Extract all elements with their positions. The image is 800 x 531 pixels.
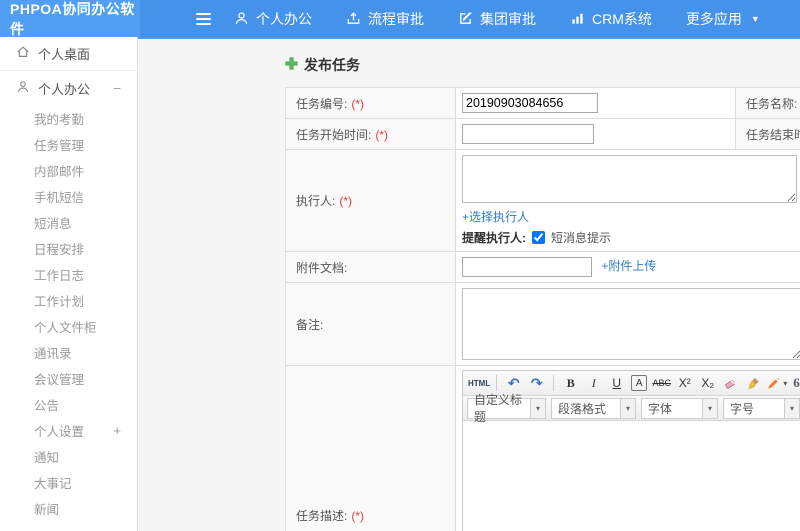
sidebar-item-personal-settings[interactable]: 个人设置 +	[0, 417, 137, 443]
start-time-label: 任务开始时间:	[296, 127, 372, 142]
nav-crm[interactable]: CRM系统	[553, 0, 669, 37]
task-description-label: 任务描述:	[296, 509, 348, 523]
sms-notify-checkbox[interactable]	[532, 231, 545, 244]
italic-button[interactable]: I	[583, 373, 604, 393]
highlight-pen-icon[interactable]: ▾	[766, 373, 787, 393]
rich-text-editor: HTML ↶ ↷ B I U A ABC X² X₂ ▾ 6 自定义标题 ▾ 段…	[462, 370, 800, 531]
table-row: 任务描述: (*) HTML ↶ ↷ B I U A ABC X² X₂ ▾ 6…	[285, 365, 800, 531]
sidebar-item-notification[interactable]: 通知	[0, 443, 137, 469]
task-number-input[interactable]	[462, 93, 598, 113]
nav-group-approval[interactable]: 集团审批	[441, 0, 553, 37]
select-executor-link[interactable]: +选择执行人	[462, 208, 529, 225]
app-logo: PHPOA协同办公软件	[0, 0, 140, 37]
sidebar-item-desktop[interactable]: 个人桌面	[0, 37, 137, 71]
font-border-button[interactable]: A	[631, 375, 648, 391]
nav-personal-office[interactable]: 个人办公	[217, 0, 329, 37]
superscript-button[interactable]: X²	[674, 373, 695, 393]
table-row: 执行人: (*) +选择执行人 提醒执行人: 短消息提示	[285, 149, 800, 252]
chevron-down-icon	[620, 398, 635, 418]
table-row: 附件文档: +附件上传	[285, 251, 800, 283]
sms-notify-label: 短消息提示	[551, 231, 612, 245]
editor-content-area[interactable]	[463, 421, 800, 531]
table-row: 任务编号:(*) 任务名称:(*)	[285, 87, 800, 119]
chevron-down-icon	[530, 398, 545, 418]
end-time-label: 任务结束时间:	[746, 127, 800, 142]
menu-icon[interactable]	[190, 7, 217, 31]
executor-label: 执行人:	[296, 194, 336, 208]
sidebar-item-schedule[interactable]: 日程安排	[0, 235, 137, 261]
sidebar-item-meeting[interactable]: 会议管理	[0, 365, 137, 391]
publish-task-form: 任务编号:(*) 任务名称:(*) 任务开始时间:(*) 任务结束时间:(*) …	[285, 87, 800, 531]
task-name-label: 任务名称:	[746, 96, 798, 111]
collapse-icon[interactable]: −	[113, 81, 121, 96]
html-source-button[interactable]: HTML	[468, 373, 490, 393]
table-row: 备注:	[285, 282, 800, 366]
page-title: 发布任务	[285, 55, 800, 75]
sidebar-item-work-log[interactable]: 工作日志	[0, 261, 137, 287]
plus-icon	[285, 57, 298, 73]
home-icon	[16, 45, 30, 62]
sidebar-item-work-plan[interactable]: 工作计划	[0, 287, 137, 313]
expand-icon[interactable]: +	[113, 423, 121, 438]
topbar: PHPOA协同办公软件 个人办公 流程审批 集团审批 CRM系统 更多应用 ▼	[0, 0, 800, 37]
strikethrough-button[interactable]: ABC	[651, 373, 672, 393]
paragraph-format-select[interactable]: 段落格式	[551, 397, 636, 419]
sidebar-item-events[interactable]: 大事记	[0, 469, 137, 495]
sidebar-item-announcement[interactable]: 公告	[0, 391, 137, 417]
remove-format-icon[interactable]	[720, 373, 741, 393]
sidebar-item-contacts[interactable]: 通讯录	[0, 339, 137, 365]
remark-label: 备注:	[296, 317, 324, 332]
subscript-button[interactable]: X₂	[697, 373, 718, 393]
sidebar-item-short-message[interactable]: 短消息	[0, 209, 137, 235]
font-size-select[interactable]: 字号	[723, 397, 800, 419]
table-row: 任务开始时间:(*) 任务结束时间:(*)	[285, 118, 800, 150]
chevron-down-icon	[702, 398, 717, 418]
user-icon	[234, 11, 249, 26]
chevron-down-icon: ▼	[750, 13, 760, 24]
format-brush-icon[interactable]	[743, 373, 764, 393]
remark-textarea[interactable]	[462, 288, 800, 360]
main-content: 发布任务 任务编号:(*) 任务名称:(*) 任务开始时间:(*) 任务结束时间…	[138, 37, 800, 531]
attachment-label: 附件文档:	[296, 260, 348, 275]
sidebar-item-task-management[interactable]: 任务管理	[0, 131, 137, 157]
sidebar: 个人桌面 个人办公 − 我的考勤 任务管理 内部邮件 手机短信 短消息 日程安排…	[0, 37, 138, 531]
sidebar-item-personal-office[interactable]: 个人办公 −	[0, 71, 137, 105]
nav-process-approval[interactable]: 流程审批	[329, 0, 441, 37]
attachment-input[interactable]	[462, 257, 592, 277]
custom-heading-select[interactable]: 自定义标题	[467, 393, 546, 424]
edit-square-icon	[458, 11, 473, 26]
bar-chart-icon	[570, 11, 585, 26]
bold-button[interactable]: B	[560, 373, 581, 393]
underline-button[interactable]: U	[606, 373, 627, 393]
redo-icon[interactable]: ↷	[526, 373, 547, 393]
sidebar-item-sms[interactable]: 手机短信	[0, 183, 137, 209]
chevron-down-icon	[784, 398, 799, 418]
nav-more-apps[interactable]: 更多应用 ▼	[669, 0, 777, 37]
process-approval-icon	[346, 11, 361, 26]
attachment-upload-link[interactable]: +附件上传	[601, 259, 656, 273]
chevron-down-icon: ▾	[783, 378, 788, 388]
sidebar-item-file-cabinet[interactable]: 个人文件柜	[0, 313, 137, 339]
blockquote-button[interactable]: 66	[789, 373, 800, 393]
user-icon	[16, 80, 30, 97]
sidebar-item-news[interactable]: 新闻	[0, 495, 137, 521]
remind-executor-label: 提醒执行人:	[462, 231, 526, 245]
task-number-label: 任务编号:	[296, 96, 348, 111]
sidebar-item-internal-mail[interactable]: 内部邮件	[0, 157, 137, 183]
font-family-select[interactable]: 字体	[641, 397, 718, 419]
start-time-input[interactable]	[462, 124, 594, 144]
sidebar-item-attendance[interactable]: 我的考勤	[0, 105, 137, 131]
executor-textarea[interactable]	[462, 155, 797, 203]
undo-icon[interactable]: ↶	[503, 373, 524, 393]
editor-toolbar-row-2: 自定义标题 段落格式 字体 字号	[463, 393, 800, 424]
top-nav: 个人办公 流程审批 集团审批 CRM系统 更多应用 ▼	[140, 0, 800, 37]
